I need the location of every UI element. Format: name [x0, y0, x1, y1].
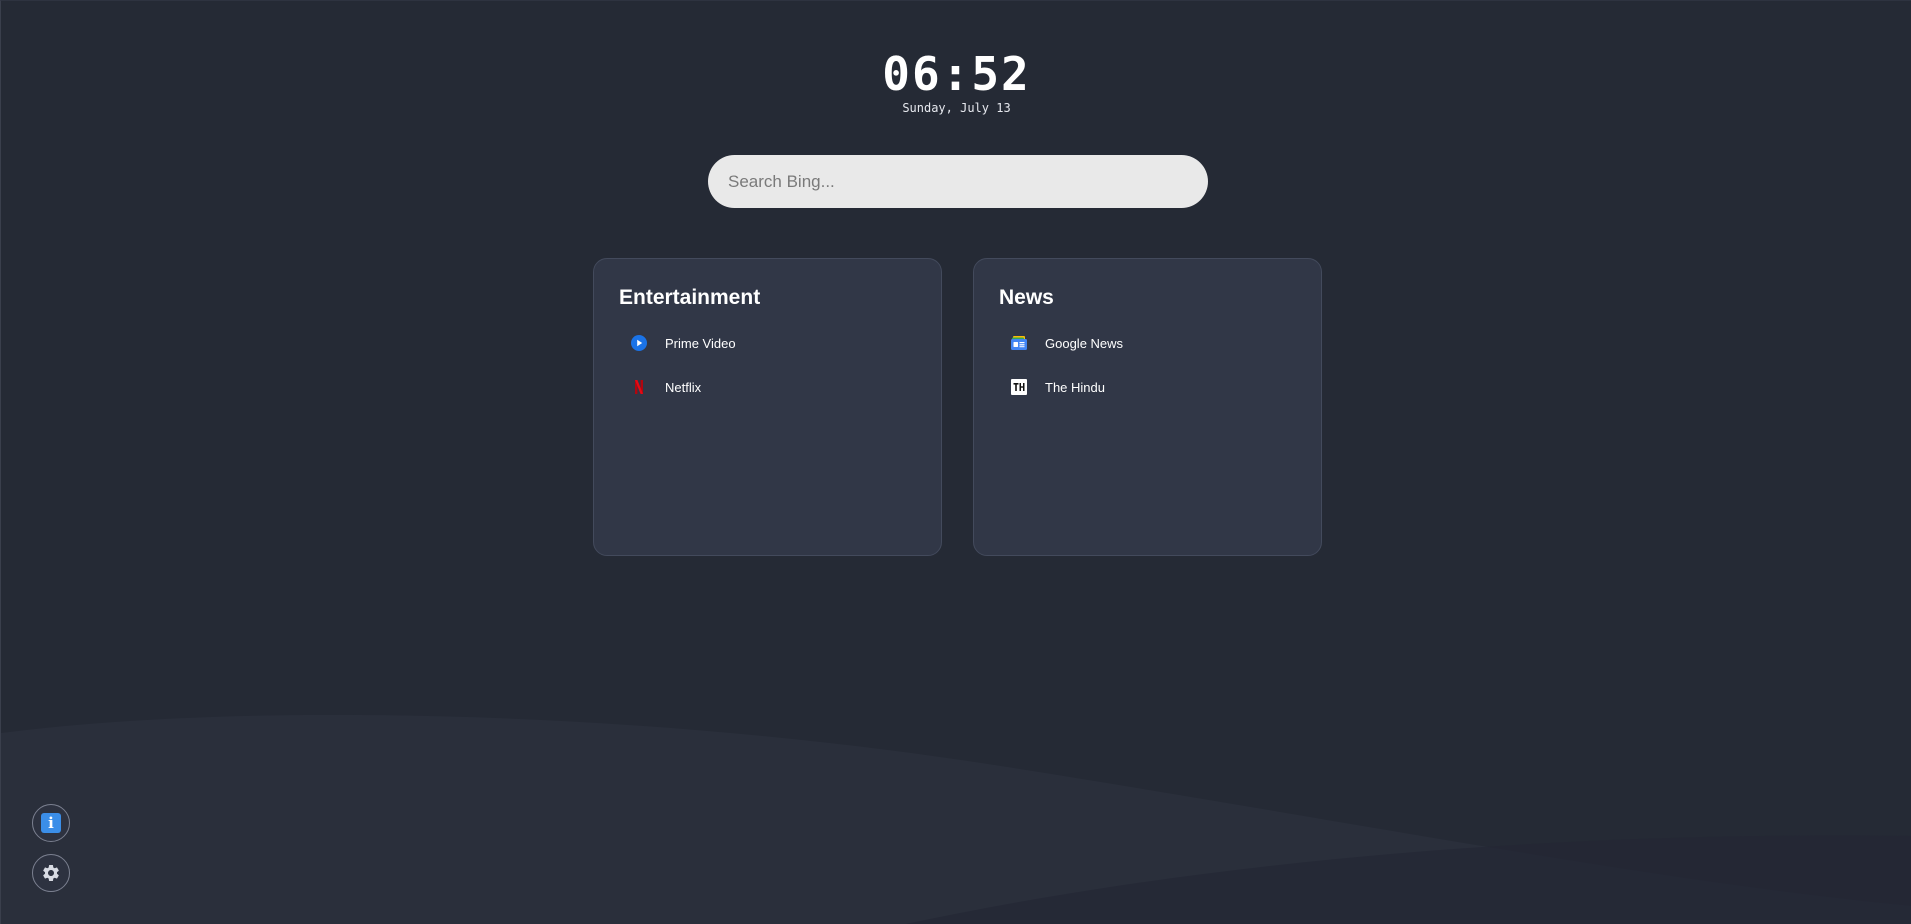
prime-video-icon — [631, 335, 647, 351]
bookmark-card-entertainment: Entertainment Prime Video Netflix — [593, 258, 942, 556]
info-icon: i — [41, 813, 61, 833]
link-label: Netflix — [665, 379, 702, 395]
link-label: The Hindu — [1045, 379, 1105, 395]
bookmark-card-news: News Google News The Hindu — [973, 258, 1322, 556]
google-news-icon — [1011, 335, 1027, 351]
link-label: Google News — [1045, 335, 1124, 351]
link-the-hindu[interactable]: The Hindu — [999, 373, 1321, 401]
clock-date: Sunday, July 13 — [902, 101, 1011, 115]
link-prime-video[interactable]: Prime Video — [619, 329, 941, 357]
netflix-icon — [631, 379, 647, 395]
background-wave — [1, 714, 1911, 924]
settings-button[interactable] — [32, 854, 70, 892]
card-title: News — [999, 286, 1054, 309]
search-input[interactable] — [708, 155, 1208, 208]
new-tab-page: 06:52 Sunday, July 13 Entertainment Prim… — [0, 0, 1911, 924]
the-hindu-icon — [1011, 379, 1027, 395]
link-google-news[interactable]: Google News — [999, 329, 1321, 357]
card-title: Entertainment — [619, 286, 761, 309]
link-label: Prime Video — [665, 335, 736, 351]
info-button[interactable]: i — [32, 804, 70, 842]
gear-icon — [41, 863, 61, 883]
link-netflix[interactable]: Netflix — [619, 373, 941, 401]
clock-time: 06:52 — [882, 47, 1031, 101]
